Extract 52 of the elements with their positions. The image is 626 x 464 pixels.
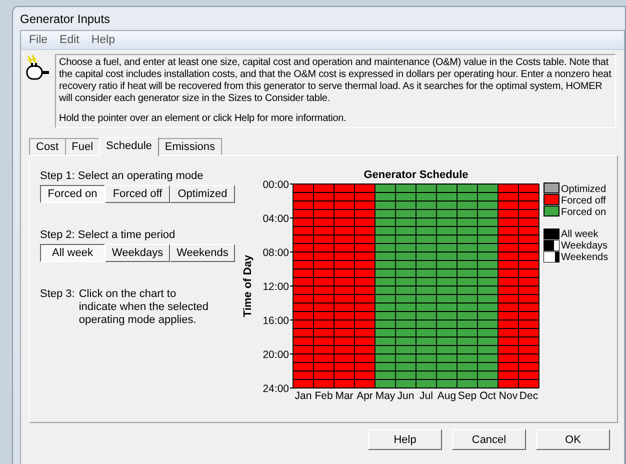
axis-title: Time of Day <box>242 254 254 318</box>
legend-label: Forced on <box>561 207 606 218</box>
option-button[interactable]: Forced off <box>105 185 170 203</box>
tick-label: 20:00 <box>262 349 289 361</box>
month-label: Aug <box>437 390 456 402</box>
month-label: Feb <box>314 390 333 402</box>
tab[interactable]: Cost <box>29 138 66 155</box>
month-label: Jun <box>397 390 414 402</box>
tick-label: 00:00 <box>262 179 289 191</box>
dialog-button[interactable]: OK <box>536 429 610 450</box>
month-label: May <box>375 390 396 402</box>
tick-label: 24:00 <box>262 383 289 395</box>
legend-label: Weekends <box>561 252 608 263</box>
description-text: Choose a fuel, and enter at least one size, capital cost and operation and maintenance (O&M) value in the Costs table. Note that the capital cost includes installation costs, and that the O&M cost is expressed in dollars per operating hour. Enter a nonzero heat recovery ratio if heat will be recovered from this generator to serve thermal load. As it searches for the optimal system, HOMER will consider each generator size in the Sizes to Consider table. <box>59 57 612 105</box>
month-label: Sep <box>458 390 477 402</box>
step-label: Step 1: Select an operating mode <box>40 170 204 182</box>
step-label: Step 2: Select a time period <box>40 229 176 241</box>
option-button[interactable]: Weekends <box>170 244 235 262</box>
month-label: Jan <box>294 390 312 402</box>
chart-title: Generator Schedule <box>364 169 468 181</box>
month-label: Apr <box>356 390 373 402</box>
tick-label: 12:00 <box>262 281 289 293</box>
month-label: Mar <box>335 390 354 402</box>
window-title: Generator Inputs <box>20 11 112 28</box>
legend-label: Weekdays <box>561 240 608 252</box>
menu-item[interactable]: File <box>25 34 52 46</box>
option-button[interactable]: All week <box>40 244 105 262</box>
legend-label: All week <box>561 229 598 240</box>
month-label: Dec <box>519 390 538 402</box>
step-label: Step 3: <box>40 288 75 302</box>
tick-label: 04:00 <box>262 213 289 225</box>
period-icon <box>544 240 560 251</box>
tick-label: 08:00 <box>262 247 289 259</box>
dialog-button[interactable]: Cancel <box>452 429 526 450</box>
period-icon <box>544 252 560 262</box>
month-label: Nov <box>498 390 518 402</box>
month-label: Jul <box>420 390 433 402</box>
option-button[interactable]: Forced on <box>40 185 105 203</box>
tab[interactable]: Schedule <box>99 137 159 156</box>
menu-item[interactable]: Edit <box>56 34 84 46</box>
tick-label: 16:00 <box>262 315 289 327</box>
option-button[interactable]: Weekdays <box>105 244 170 262</box>
description-text: Hold the pointer over an element or click Help for more information. <box>59 113 348 125</box>
option-button[interactable]: Optimized <box>170 185 235 203</box>
step-instruction: Click on the chart to indicate when the selected operating mode applies. <box>78 288 210 327</box>
tab[interactable]: Emissions <box>158 138 222 155</box>
period-icon <box>544 228 560 240</box>
dialog-button[interactable]: Help <box>368 429 442 450</box>
legend-label: Forced off <box>561 196 606 206</box>
legend-label: Optimized <box>561 184 606 195</box>
menu-item[interactable]: Help <box>87 34 120 46</box>
month-label: Oct <box>480 390 496 402</box>
